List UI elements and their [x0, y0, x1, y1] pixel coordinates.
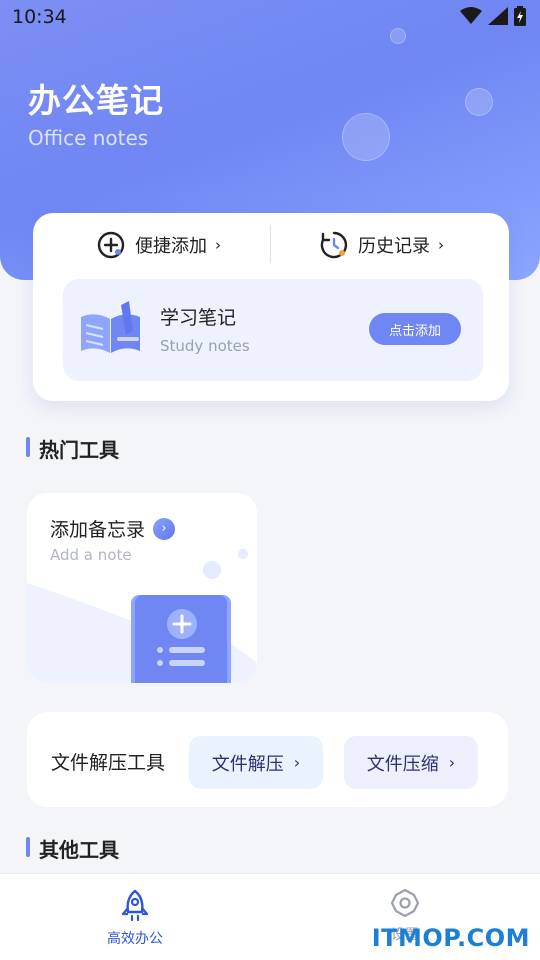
page-title: 办公笔记 [28, 81, 164, 120]
hot-tools-heading: 热门工具 [26, 434, 119, 463]
wifi-icon [460, 7, 482, 24]
decor-bubble [465, 88, 493, 116]
chevron-right-icon: › [438, 236, 444, 254]
chevron-right-icon: › [448, 753, 456, 772]
other-tools-heading: 其他工具 [26, 834, 119, 863]
compress-file-label: 文件压缩 [366, 753, 439, 775]
quick-add-label: 便捷添加 [135, 236, 207, 257]
zip-tools-card: 文件解压工具 文件解压 › 文件压缩 › [27, 712, 508, 807]
zip-tools-label: 文件解压工具 [51, 752, 166, 774]
click-add-button[interactable]: 点击添加 [369, 313, 461, 345]
signal-icon [488, 7, 508, 25]
add-memo-card[interactable]: 添加备忘录 › Add a note [27, 493, 257, 683]
add-circle-icon [97, 231, 125, 259]
study-notes-subtitle: Study notes [160, 337, 250, 355]
history-button[interactable]: 历史记录 › [320, 227, 444, 263]
quick-add-button[interactable]: 便捷添加 › [97, 227, 221, 263]
history-icon [320, 231, 348, 259]
nav-office-label: 高效办公 [107, 931, 163, 947]
chevron-right-icon: › [293, 753, 301, 772]
study-notes-item[interactable]: 学习笔记 Study notes 点击添加 [63, 279, 483, 381]
rocket-icon [121, 889, 149, 922]
memo-title-row: 添加备忘录 › [50, 515, 176, 542]
gear-icon [390, 888, 420, 918]
chevron-right-icon: › [153, 517, 176, 540]
memo-title: 添加备忘录 [50, 519, 146, 541]
divider [270, 225, 271, 263]
status-bar: 10:34 [0, 0, 540, 36]
page-subtitle: Office notes [28, 126, 149, 150]
open-book-icon [81, 301, 140, 353]
compress-file-button[interactable]: 文件压缩 › [344, 736, 478, 789]
quick-card: 便捷添加 › 历史记录 › 学习笔记 Study notes 点击添加 [33, 213, 509, 401]
status-time: 10:34 [12, 6, 67, 28]
quick-actions: 便捷添加 › 历史记录 › [33, 213, 509, 277]
study-notes-title: 学习笔记 [160, 307, 237, 329]
decor-bubble [342, 113, 390, 161]
history-label: 历史记录 [358, 236, 430, 257]
extract-file-button[interactable]: 文件解压 › [189, 736, 323, 789]
watermark: ITMOP.COM [371, 924, 530, 952]
memo-illustration [27, 549, 257, 683]
nav-office-tab[interactable]: 高效办公 [75, 888, 195, 948]
chevron-right-icon: › [215, 236, 221, 254]
battery-icon [514, 6, 526, 26]
extract-file-label: 文件解压 [211, 753, 284, 775]
